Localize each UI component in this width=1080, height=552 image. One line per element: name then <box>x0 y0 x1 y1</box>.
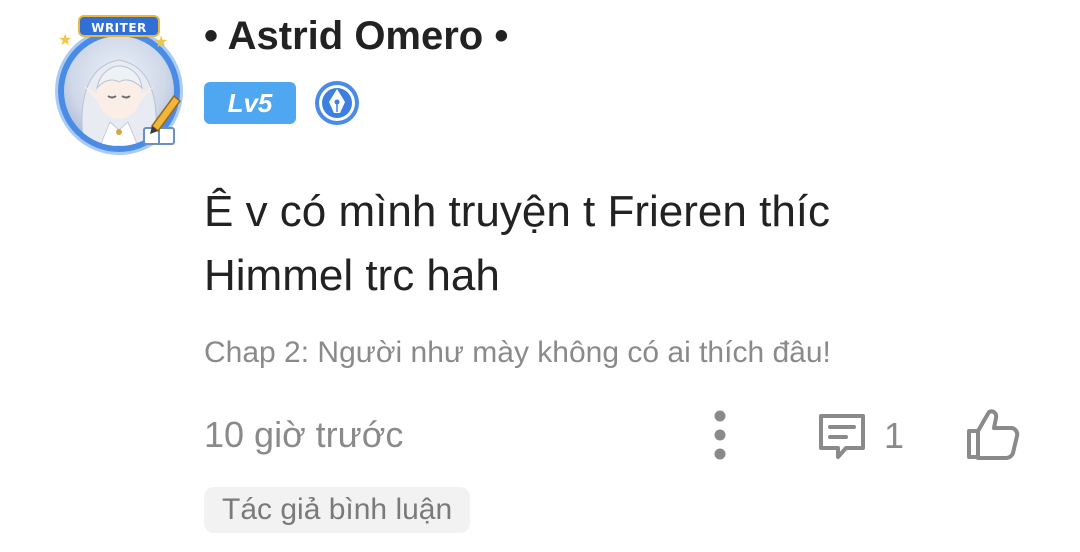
pen-nib-icon <box>315 81 359 125</box>
avatar[interactable]: WRITER ★ ★ <box>42 12 188 152</box>
pencil-icon <box>143 94 182 145</box>
star-icon: ★ <box>58 32 73 49</box>
reply-button[interactable]: 1 <box>814 408 904 464</box>
author-comment-tag: Tác giả bình luận <box>204 487 471 533</box>
more-options-button[interactable] <box>700 406 740 466</box>
avatar-frame-banner: WRITER <box>78 15 160 37</box>
comment-icon <box>819 414 865 459</box>
thumbs-up-icon <box>967 409 1020 460</box>
level-badge: Lv5 <box>204 82 296 124</box>
timestamp: 10 giờ trước <box>204 414 404 455</box>
username[interactable]: • Astrid Omero • <box>204 14 508 59</box>
like-button[interactable] <box>962 404 1024 466</box>
reply-count: 1 <box>884 415 905 456</box>
chapter-reference[interactable]: Chap 2: Người như mày không có ai thích … <box>204 336 831 370</box>
comment-text: Ê v có mình truyện t Frieren thíc Himmel… <box>204 187 831 300</box>
more-vertical-icon <box>714 410 726 460</box>
star-icon: ★ <box>154 34 169 51</box>
user-badges: Lv5 <box>204 80 360 126</box>
